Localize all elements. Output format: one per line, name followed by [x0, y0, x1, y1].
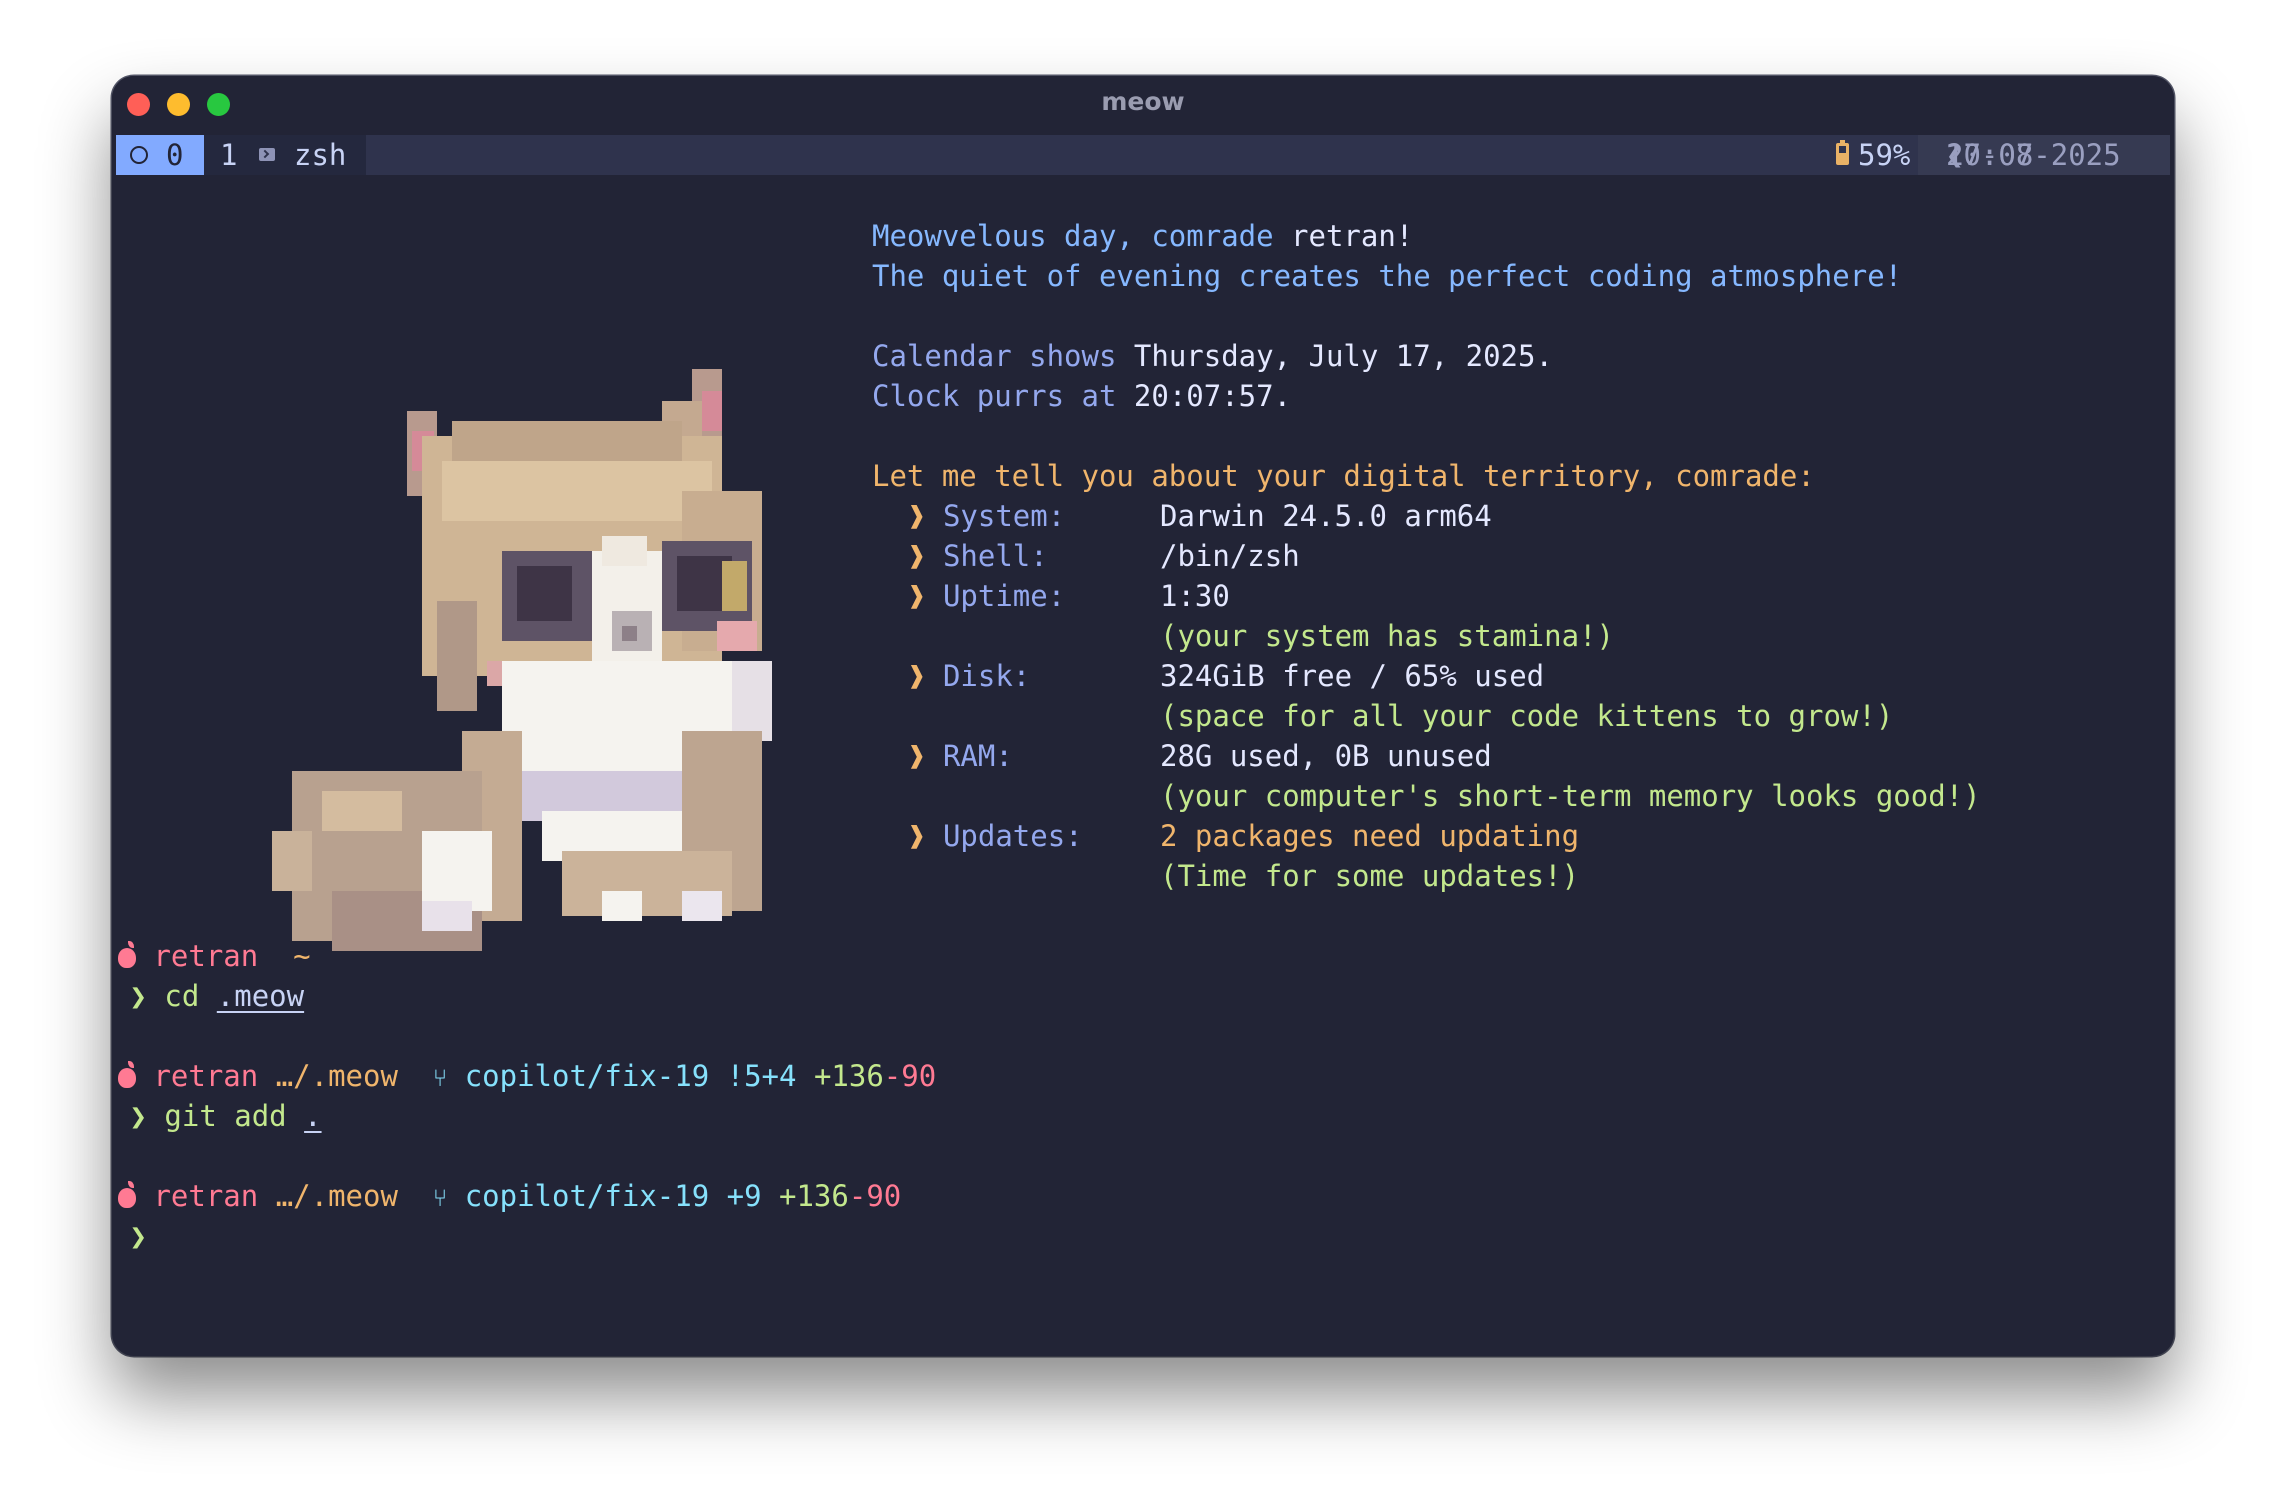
git-branch-icon: ⑂ — [432, 1184, 448, 1212]
sysinfo-note-ram: (your computer's short-term memory looks… — [1160, 779, 1981, 813]
sysinfo-value-ram: 28G used, 0B unused — [1160, 739, 1492, 773]
prompt-line: retran ~ — [112, 936, 311, 976]
sysinfo-note-disk: (space for all your code kittens to grow… — [1160, 699, 1894, 733]
sysinfo-value-shell: /bin/zsh — [1160, 539, 1300, 573]
sysinfo-value-disk: 324GiB free / 65% used — [1160, 659, 1545, 693]
apple-icon — [118, 941, 136, 968]
sysinfo-item-updates: ❱ Updates: — [908, 819, 1083, 853]
git-branch-icon: ⑂ — [432, 1064, 448, 1092]
command-input-line[interactable]: ❯ — [112, 1216, 146, 1256]
sysinfo-value-uptime: 1:30 — [1160, 579, 1230, 613]
sysinfo-item-system: ❱ System: — [908, 499, 1066, 533]
sysinfo-item-disk: ❱ Disk: — [908, 659, 1031, 693]
prompt-line: retran …/.meow ⑂ copilot/fix-19 !5+4 +13… — [112, 1056, 936, 1098]
clock-line: Clock purrs at 20:07:57. — [872, 379, 1292, 413]
sysinfo-note-uptime: (your system has stamina!) — [1160, 619, 1614, 653]
sysinfo-item-ram: ❱ RAM: — [908, 739, 1013, 773]
prompt-line: retran …/.meow ⑂ copilot/fix-19 +9 +136-… — [112, 1176, 901, 1218]
command-line: ❯ git add . — [129, 1099, 322, 1133]
apple-icon — [118, 1061, 136, 1088]
sysinfo-item-uptime: ❱ Uptime: — [908, 579, 1066, 613]
greeting-subline: The quiet of evening creates the perfect… — [872, 259, 1903, 293]
apple-icon — [118, 1181, 136, 1208]
greeting-line: Meowvelous day, comrade retran! — [872, 219, 1414, 253]
sysinfo-heading: Let me tell you about your digital terri… — [872, 459, 1815, 493]
sysinfo-item-shell: ❱ Shell: — [908, 539, 1048, 573]
sysinfo-value-updates: 2 packages need updating — [1160, 819, 1580, 853]
sysinfo-value-system: Darwin 24.5.0 arm64 — [1160, 499, 1492, 533]
terminal-output[interactable]: Meowvelous day, comrade retran! The quie… — [112, 76, 2174, 1356]
command-line: ❯ cd .meow — [129, 979, 305, 1013]
sysinfo-note-updates: (Time for some updates!) — [1160, 859, 1580, 893]
terminal-window: meow 0 1 zsh 59% 17-07-2025 ❮ 20:08 Meow… — [112, 76, 2174, 1356]
calendar-line: Calendar shows Thursday, July 17, 2025. — [872, 339, 1553, 373]
